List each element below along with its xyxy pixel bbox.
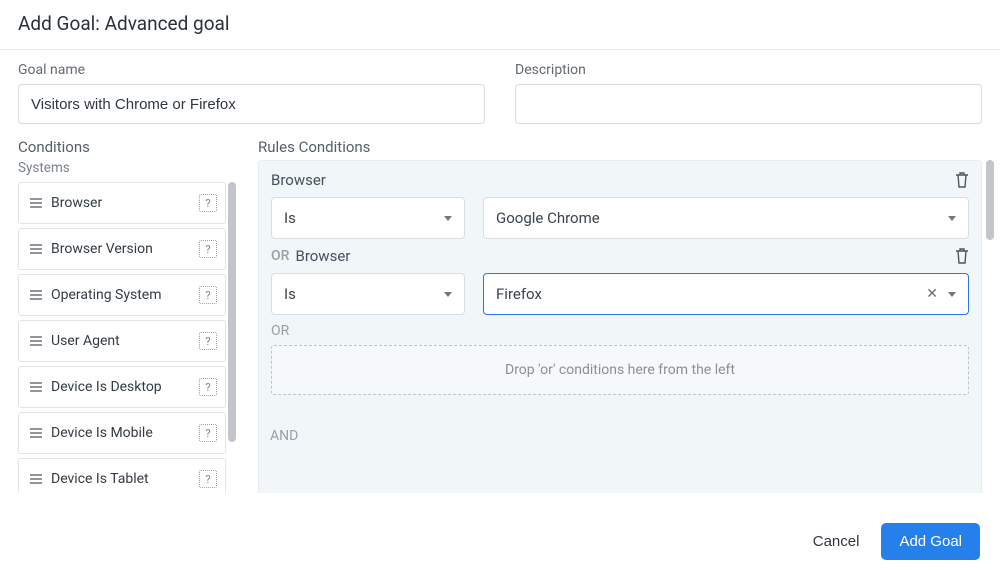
dialog-title: Add Goal: Advanced goal <box>18 12 982 35</box>
trash-icon[interactable] <box>955 248 969 264</box>
help-icon[interactable]: ? <box>199 240 217 258</box>
condition-device-tablet[interactable]: Device Is Tablet ? <box>18 458 226 493</box>
select-value: Firefox <box>496 285 926 303</box>
condition-label: Device Is Desktop <box>51 379 199 395</box>
goal-name-input[interactable] <box>18 84 485 124</box>
drag-handle-icon <box>29 288 43 302</box>
and-label: AND <box>258 428 982 444</box>
caret-down-icon <box>948 216 956 221</box>
description-block: Description <box>515 62 982 124</box>
or-drop-hint: Drop 'or' conditions here from the left <box>505 362 735 378</box>
or-label: OR <box>271 323 969 339</box>
goal-name-block: Goal name <box>18 62 485 124</box>
help-icon[interactable]: ? <box>199 378 217 396</box>
value-select[interactable]: Firefox ✕ <box>483 273 969 315</box>
rules-scrollbar[interactable] <box>986 160 996 493</box>
drag-handle-icon <box>29 196 43 210</box>
help-icon[interactable]: ? <box>199 332 217 350</box>
condition-label: User Agent <box>51 333 199 349</box>
operator-select[interactable]: Is <box>271 273 465 315</box>
caret-down-icon <box>948 292 956 297</box>
condition-browser-version[interactable]: Browser Version ? <box>18 228 226 270</box>
rule-or-prefix: OR <box>271 248 289 264</box>
drag-handle-icon <box>29 334 43 348</box>
conditions-title: Conditions <box>18 138 238 156</box>
rule-title: Browser <box>295 247 955 265</box>
condition-browser[interactable]: Browser ? <box>18 182 226 224</box>
clear-icon[interactable]: ✕ <box>926 286 938 302</box>
conditions-scrollbar[interactable] <box>228 182 238 493</box>
caret-down-icon <box>444 292 452 297</box>
rule-group-2: OR Browser Is <box>271 247 969 315</box>
condition-label: Browser <box>51 195 199 211</box>
select-value: Google Chrome <box>496 209 948 227</box>
condition-device-mobile[interactable]: Device Is Mobile ? <box>18 412 226 454</box>
description-input[interactable] <box>515 84 982 124</box>
operator-select[interactable]: Is <box>271 197 465 239</box>
scrollbar-thumb[interactable] <box>986 160 994 240</box>
condition-device-desktop[interactable]: Device Is Desktop ? <box>18 366 226 408</box>
rules-column: Rules Conditions Browser <box>258 138 982 493</box>
caret-down-icon <box>444 216 452 221</box>
dialog-header: Add Goal: Advanced goal <box>0 0 1000 50</box>
drag-handle-icon <box>29 380 43 394</box>
condition-label: Device Is Mobile <box>51 425 199 441</box>
drag-handle-icon <box>29 426 43 440</box>
systems-subtitle: Systems <box>18 160 238 176</box>
drag-handle-icon <box>29 472 43 486</box>
help-icon[interactable]: ? <box>199 286 217 304</box>
or-drop-zone[interactable]: Drop 'or' conditions here from the left <box>271 345 969 395</box>
help-icon[interactable]: ? <box>199 470 217 488</box>
condition-label: Browser Version <box>51 241 199 257</box>
rules-title: Rules Conditions <box>258 138 982 156</box>
value-select[interactable]: Google Chrome <box>483 197 969 239</box>
trash-icon[interactable] <box>955 172 969 188</box>
condition-user-agent[interactable]: User Agent ? <box>18 320 226 362</box>
operator-value: Is <box>284 285 444 303</box>
condition-label: Operating System <box>51 287 199 303</box>
drag-handle-icon <box>29 242 43 256</box>
rule-title: Browser <box>271 171 955 189</box>
description-label: Description <box>515 62 982 78</box>
operator-value: Is <box>284 209 444 227</box>
condition-label: Device Is Tablet <box>51 471 199 487</box>
goal-name-label: Goal name <box>18 62 485 78</box>
cancel-button[interactable]: Cancel <box>813 533 860 550</box>
conditions-column: Conditions Systems Browser ? <box>18 138 238 493</box>
rule-group-1: Browser Is <box>271 171 969 239</box>
dialog-footer: Cancel Add Goal <box>0 493 1000 570</box>
add-goal-button[interactable]: Add Goal <box>881 523 980 560</box>
condition-operating-system[interactable]: Operating System ? <box>18 274 226 316</box>
help-icon[interactable]: ? <box>199 424 217 442</box>
help-icon[interactable]: ? <box>199 194 217 212</box>
scrollbar-thumb[interactable] <box>228 182 236 442</box>
